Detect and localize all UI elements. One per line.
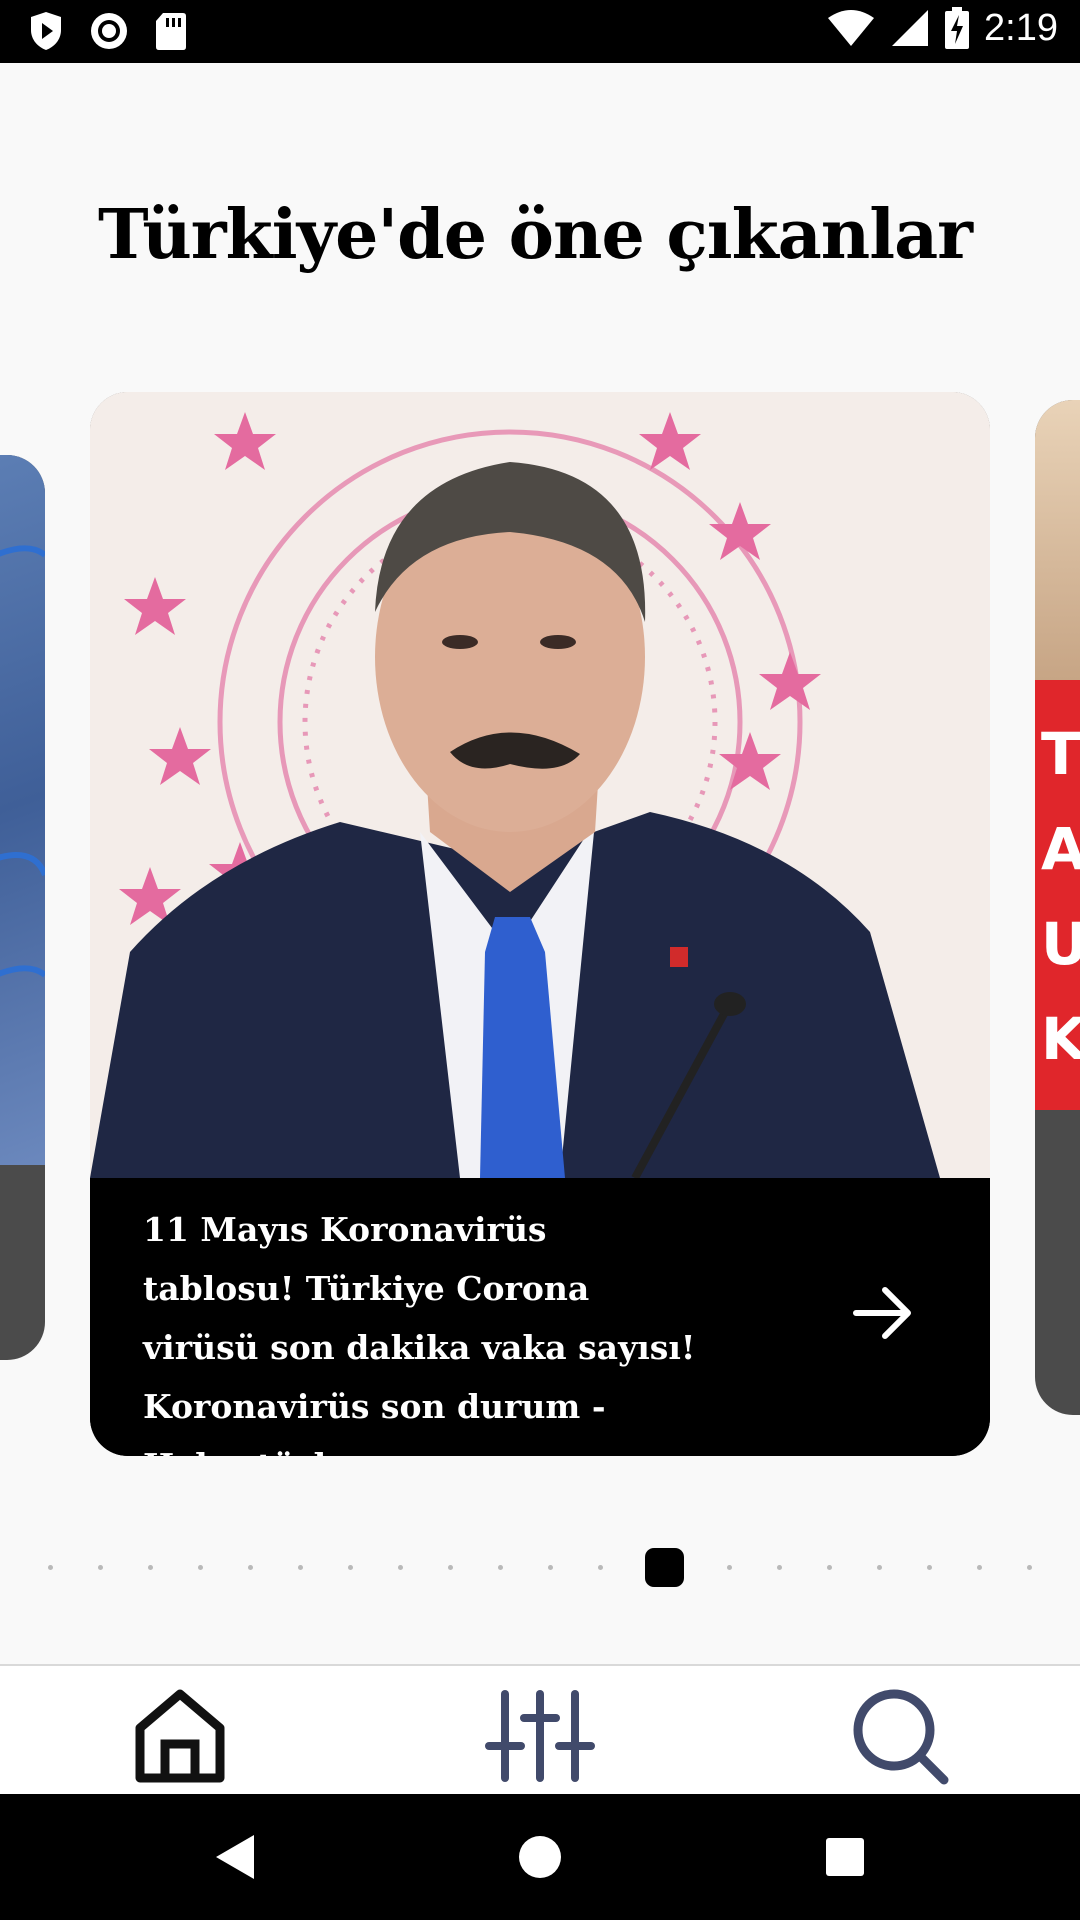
pager-dot[interactable]: [977, 1565, 982, 1570]
system-recents-button[interactable]: [810, 1824, 880, 1890]
pager-dot[interactable]: [398, 1565, 403, 1570]
card-caption: 11 Mayıs Koronavirüs tablosu! Türkiye Co…: [90, 1178, 990, 1456]
sliders-icon: [485, 1690, 595, 1782]
pager-dot[interactable]: [298, 1565, 303, 1570]
arrow-right-icon[interactable]: [852, 1282, 914, 1344]
pager-dot[interactable]: [348, 1565, 353, 1570]
next-card-banner-text: K: [1041, 1005, 1080, 1073]
next-card-image: [1035, 400, 1080, 680]
pager-dot[interactable]: [727, 1565, 732, 1570]
shield-play-icon: [31, 12, 61, 50]
next-card-banner-text: UG: [1041, 910, 1080, 978]
system-home-button[interactable]: [505, 1824, 575, 1890]
battery-charging-icon: [945, 7, 970, 49]
pager-dot[interactable]: [877, 1565, 882, 1570]
bottom-navigation: [0, 1664, 1080, 1796]
pager-dot[interactable]: [598, 1565, 603, 1570]
pager-dot[interactable]: [827, 1565, 832, 1570]
home-icon: [135, 1689, 225, 1783]
next-card-banner: TI ATI UG K: [1035, 680, 1080, 1110]
next-card-banner-text: TI: [1041, 720, 1080, 788]
pager-dot[interactable]: [148, 1565, 153, 1570]
news-photo: [90, 392, 990, 1180]
status-time: 2:19: [984, 6, 1058, 49]
wifi-icon: [828, 10, 875, 46]
next-card[interactable]: TI ATI UG K: [1035, 400, 1080, 1415]
pager-dot[interactable]: [498, 1565, 503, 1570]
pager-dot[interactable]: [548, 1565, 553, 1570]
home-circle-icon: [519, 1836, 561, 1878]
status-bar: 2:19: [0, 0, 1080, 63]
sd-card-icon: [156, 13, 186, 50]
pager-dot[interactable]: [48, 1565, 53, 1570]
pager-dot[interactable]: [927, 1565, 932, 1570]
pager-active-indicator[interactable]: [645, 1548, 684, 1587]
system-back-button[interactable]: [200, 1824, 270, 1890]
section-title: Türkiye'de öne çıkanlar: [98, 195, 973, 275]
previous-card[interactable]: [0, 455, 45, 1360]
nav-home-button[interactable]: [120, 1686, 240, 1786]
next-card-banner-text: ATI: [1041, 815, 1080, 883]
previous-card-image: [0, 455, 45, 1165]
pager-dot[interactable]: [198, 1565, 203, 1570]
system-navigation-bar: [0, 1794, 1080, 1920]
featured-news-card[interactable]: 11 Mayıs Koronavirüs tablosu! Türkiye Co…: [90, 392, 990, 1456]
carousel-pager[interactable]: [0, 1548, 1080, 1588]
nav-filters-button[interactable]: [480, 1686, 600, 1786]
pager-dot[interactable]: [1027, 1565, 1032, 1570]
pager-dot[interactable]: [448, 1565, 453, 1570]
nav-search-button[interactable]: [840, 1686, 960, 1786]
signal-icon: [892, 10, 929, 46]
record-icon: [91, 13, 127, 49]
pager-dot[interactable]: [98, 1565, 103, 1570]
news-title: 11 Mayıs Koronavirüs tablosu! Türkiye Co…: [143, 1210, 696, 1456]
pager-dot[interactable]: [777, 1565, 782, 1570]
back-icon: [216, 1835, 254, 1879]
recents-icon: [826, 1838, 864, 1876]
search-icon: [853, 1689, 949, 1785]
pager-dot[interactable]: [248, 1565, 253, 1570]
